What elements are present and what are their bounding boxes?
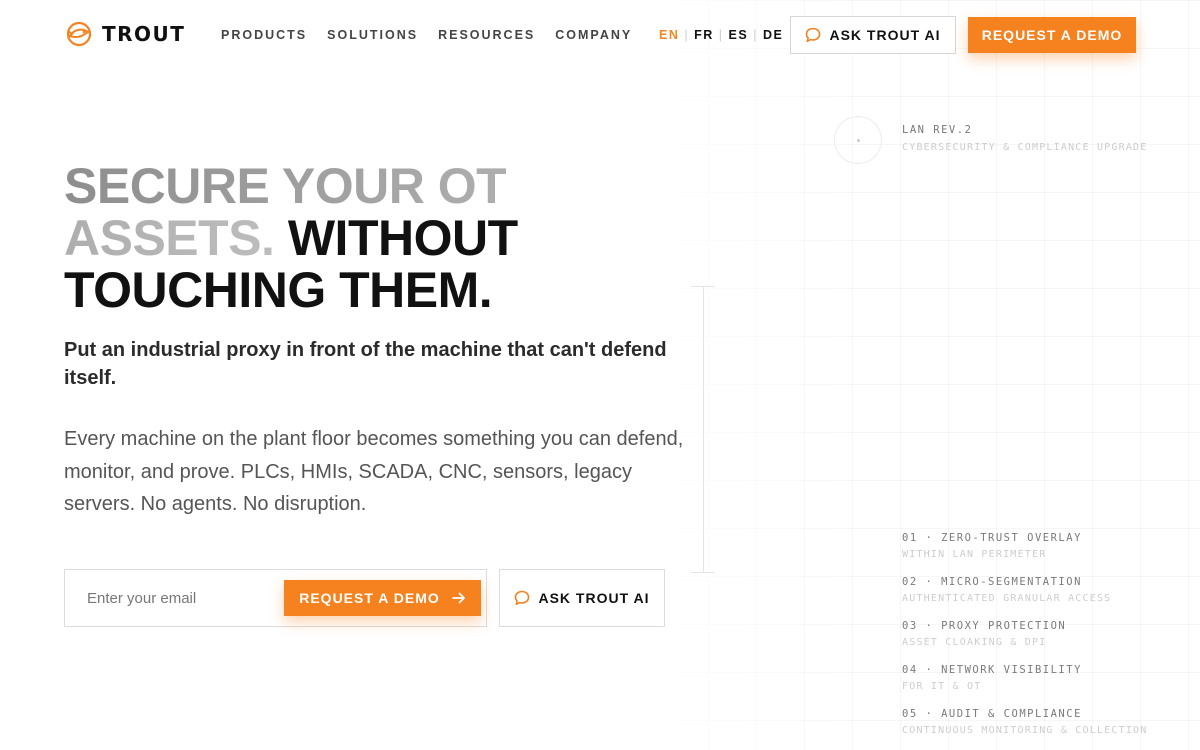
feature-subtitle: CONTINUOUS MONITORING & COLLECTION [902, 725, 1148, 736]
lan-subtitle: CYBERSECURITY & COMPLIANCE UPGRADE [902, 142, 1148, 153]
nav-solutions[interactable]: SOLUTIONS [327, 28, 418, 42]
feature-title: 02 · MICRO-SEGMENTATION [902, 576, 1082, 588]
hero-request-demo-label: REQUEST A DEMO [299, 590, 440, 606]
feature-item: 05 · AUDIT & COMPLIANCE CONTINUOUS MONIT… [902, 707, 1192, 750]
nav-resources[interactable]: RESOURCES [438, 28, 535, 42]
hero-body: Every machine on the plant floor becomes… [64, 428, 684, 515]
lang-fr[interactable]: FR [694, 28, 714, 42]
feature-subtitle: ASSET CLOAKING & DPI [902, 637, 1047, 648]
feature-title: 01 · ZERO-TRUST OVERLAY [902, 532, 1082, 544]
nav-products[interactable]: PRODUCTS [221, 28, 307, 42]
hero-request-demo-button[interactable]: REQUEST A DEMO [284, 580, 481, 616]
lan-title: LAN REV.2 [902, 124, 973, 136]
nav-company[interactable]: COMPANY [555, 28, 632, 42]
lang-separator: | [753, 28, 758, 42]
lang-separator: | [684, 28, 690, 42]
lang-separator: | [718, 28, 724, 42]
lang-es[interactable]: ES [729, 28, 749, 42]
feature-item: 04 · NETWORK VISIBILITY FOR IT & OT [902, 663, 1192, 707]
main-nav: PRODUCTS SOLUTIONS RESOURCES COMPANY [221, 28, 632, 42]
hero-headline: SECURE YOUR OT ASSETS. WITHOUT TOUCHING … [64, 160, 684, 316]
feature-title: 05 · AUDIT & COMPLIANCE [902, 708, 1082, 720]
lan-node-dot [857, 139, 860, 142]
hero-ask-trout-ai-button[interactable]: ASK TROUT AI [499, 569, 665, 627]
hero-subhead: Put an industrial proxy in front of the … [64, 339, 667, 389]
lan-node-circle [834, 116, 882, 164]
feature-list: 01 · ZERO-TRUST OVERLAY WITHIN LAN PERIM… [902, 531, 1192, 750]
feature-subtitle: WITHIN LAN PERIMETER [902, 549, 1047, 560]
site-header: TROUT PRODUCTS SOLUTIONS RESOURCES COMPA… [0, 0, 1200, 70]
request-demo-label: REQUEST A DEMO [981, 27, 1123, 43]
brand-name: TROUT [102, 22, 186, 46]
feature-title: 03 · PROXY PROTECTION [902, 620, 1067, 632]
email-signup-form: REQUEST A DEMO [64, 569, 487, 627]
lang-de[interactable]: DE [763, 28, 783, 42]
feature-title: 04 · NETWORK VISIBILITY [902, 664, 1082, 676]
email-input[interactable] [65, 570, 283, 626]
feature-item: 03 · PROXY PROTECTION ASSET CLOAKING & D… [902, 619, 1192, 663]
logo[interactable]: TROUT [64, 21, 185, 47]
diagram-bracket [691, 286, 715, 573]
feature-subtitle: AUTHENTICATED GRANULAR ACCESS [902, 593, 1112, 604]
feature-subtitle: FOR IT & OT [902, 681, 982, 692]
lang-en[interactable]: EN [659, 28, 679, 42]
trout-fish-icon [66, 21, 92, 47]
feature-item: 02 · MICRO-SEGMENTATION AUTHENTICATED GR… [902, 575, 1192, 619]
ask-trout-ai-button[interactable]: ASK TROUT AI [790, 16, 956, 54]
ask-trout-ai-label: ASK TROUT AI [829, 27, 941, 43]
request-demo-button[interactable]: REQUEST A DEMO [968, 17, 1136, 53]
language-switcher: EN | FR | ES | DE [659, 28, 783, 42]
hero-ask-trout-ai-label: ASK TROUT AI [538, 590, 650, 606]
chat-bubble-icon [806, 27, 821, 43]
chat-bubble-icon [515, 590, 530, 606]
arrow-right-icon [451, 592, 465, 604]
feature-item: 01 · ZERO-TRUST OVERLAY WITHIN LAN PERIM… [902, 531, 1192, 575]
